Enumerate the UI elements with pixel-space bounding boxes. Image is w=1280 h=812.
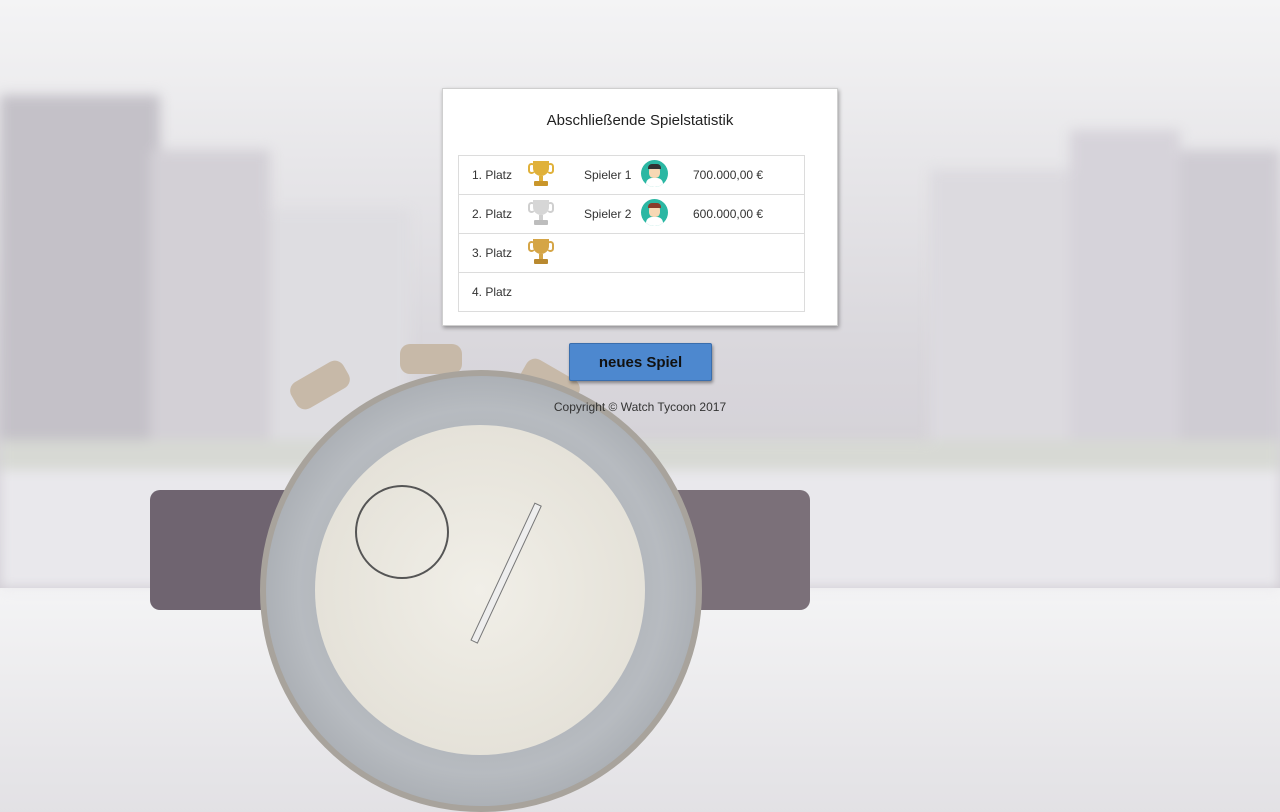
place-label: 3. Platz [458,233,528,273]
new-game-button[interactable]: neues Spiel [569,343,712,381]
background-watch-image [150,340,830,812]
player-name [584,233,641,273]
copyright-text: Copyright © Watch Tycoon 2017 [553,400,727,414]
player-money: 600.000,00 € [693,194,805,234]
player-avatar-icon [641,199,668,226]
player-avatar-icon [641,160,668,187]
player-name: Spieler 2 [584,194,641,234]
place-label: 2. Platz [458,194,528,234]
final-statistics-dialog: Abschließende Spielstatistik 1. Platz Sp… [442,88,838,326]
player-name [584,272,641,312]
place-label: 4. Platz [458,272,528,312]
dialog-title: Abschließende Spielstatistik [546,112,734,129]
table-row: 4. Platz [458,272,805,312]
gold-trophy-icon [528,160,554,188]
table-row: 2. Platz Spieler 2 600.000,00 € [458,194,805,234]
table-row: 3. Platz [458,233,805,273]
player-money [693,272,805,312]
ranking-table: 1. Platz Spieler 1 700.000,00 € 2. Platz [458,155,805,312]
place-label: 1. Platz [472,168,513,182]
player-name: Spieler 1 [584,168,632,182]
silver-trophy-icon [528,199,554,227]
player-money [693,233,805,273]
table-row: 1. Platz Spieler 1 700.000,00 € [459,156,805,195]
bronze-trophy-icon [528,238,554,266]
player-money: 700.000,00 € [693,168,764,182]
